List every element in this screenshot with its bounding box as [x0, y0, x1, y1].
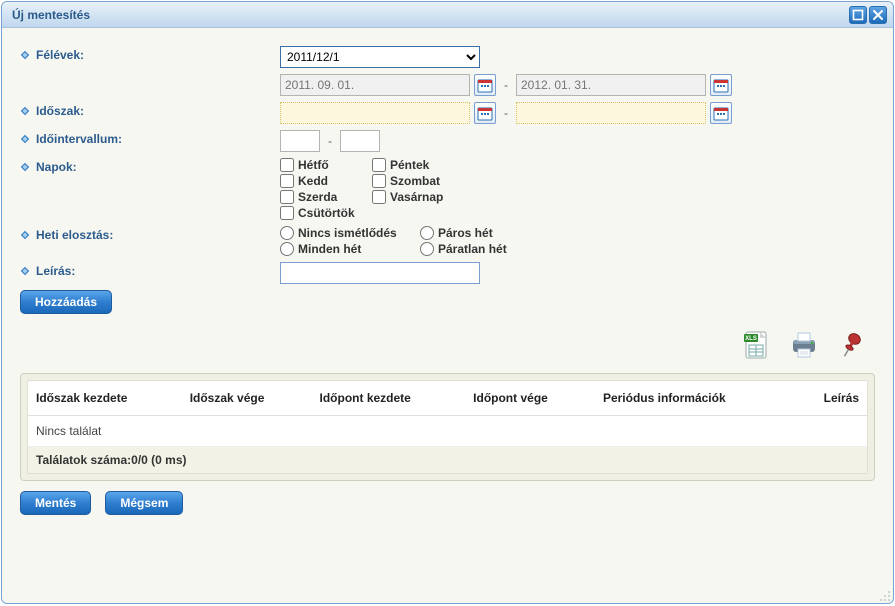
- dialog-window: Új mentesítés Félévek: 2011/12/1: [1, 1, 894, 604]
- titlebar: Új mentesítés: [2, 2, 893, 28]
- day-sun-label: Vasárnap: [390, 190, 443, 204]
- day-thu-label: Csütörtök: [298, 206, 355, 220]
- label-days: Napok:: [20, 158, 280, 174]
- weekly-odd-radio[interactable]: [420, 242, 434, 256]
- print-icon[interactable]: [789, 330, 819, 363]
- results-footer: Találatok száma:0/0 (0 ms): [28, 447, 867, 473]
- save-button[interactable]: Mentés: [20, 491, 91, 515]
- weekly-radio-group: Nincs ismétlődés Páros hét Minden hét Pá…: [280, 226, 560, 256]
- cancel-button[interactable]: Mégsem: [105, 491, 183, 515]
- resize-grip-icon[interactable]: [877, 588, 891, 602]
- semester-to-date: [516, 74, 706, 96]
- col-period-end[interactable]: Időszak vége: [182, 381, 312, 416]
- window-title: Új mentesítés: [12, 8, 849, 22]
- day-fri-checkbox[interactable]: [372, 158, 386, 172]
- bullet-icon: [20, 106, 30, 116]
- day-sun-checkbox[interactable]: [372, 190, 386, 204]
- window-controls: [849, 6, 887, 24]
- weekly-even-radio[interactable]: [420, 226, 434, 240]
- col-time-start[interactable]: Időpont kezdete: [312, 381, 466, 416]
- label-weekly: Heti elosztás:: [20, 226, 280, 242]
- bullet-icon: [20, 162, 30, 172]
- label-interval: Időintervallum:: [20, 130, 280, 146]
- table-row: Nincs találat: [28, 416, 867, 447]
- day-wed-checkbox[interactable]: [280, 190, 294, 204]
- bullet-icon: [20, 134, 30, 144]
- interval-to-input[interactable]: [340, 130, 380, 152]
- toolbar-icons: XLS: [20, 330, 875, 363]
- export-xls-icon[interactable]: XLS: [743, 330, 771, 363]
- period-from-date[interactable]: [280, 102, 470, 124]
- interval-from-input[interactable]: [280, 130, 320, 152]
- close-button[interactable]: [869, 6, 887, 24]
- bullet-icon: [20, 50, 30, 60]
- description-input[interactable]: [280, 262, 480, 284]
- label-semesters: Félévek:: [20, 46, 280, 62]
- separator: -: [328, 134, 332, 148]
- semester-select[interactable]: 2011/12/1: [280, 46, 480, 68]
- weekly-every-radio[interactable]: [280, 242, 294, 256]
- days-checkbox-group: Hétfő Péntek Kedd Szombat Szerda Vasárna…: [280, 158, 472, 220]
- bullet-icon: [20, 266, 30, 276]
- col-description[interactable]: Leírás: [793, 381, 867, 416]
- separator: -: [504, 106, 508, 120]
- add-button[interactable]: Hozzáadás: [20, 290, 112, 314]
- day-fri-label: Péntek: [390, 158, 429, 172]
- maximize-button[interactable]: [849, 6, 867, 24]
- results-table: Időszak kezdete Időszak vége Időpont kez…: [28, 381, 867, 447]
- bullet-icon: [20, 230, 30, 240]
- dialog-content: Félévek: 2011/12/1 -: [2, 28, 893, 603]
- day-sat-label: Szombat: [390, 174, 440, 188]
- col-period-info[interactable]: Periódus információk: [595, 381, 794, 416]
- day-tue-checkbox[interactable]: [280, 174, 294, 188]
- results-panel: Időszak kezdete Időszak vége Időpont kez…: [20, 373, 875, 481]
- calendar-icon[interactable]: [474, 74, 496, 96]
- day-sat-checkbox[interactable]: [372, 174, 386, 188]
- weekly-none-label: Nincs ismétlődés: [298, 226, 397, 240]
- dialog-buttons: Mentés Mégsem: [20, 491, 875, 515]
- day-mon-label: Hétfő: [298, 158, 329, 172]
- period-to-date[interactable]: [516, 102, 706, 124]
- calendar-icon[interactable]: [710, 102, 732, 124]
- day-tue-label: Kedd: [298, 174, 328, 188]
- label-period: Időszak:: [20, 102, 280, 118]
- day-mon-checkbox[interactable]: [280, 158, 294, 172]
- label-description: Leírás:: [20, 262, 280, 278]
- svg-text:XLS: XLS: [745, 336, 757, 342]
- pin-icon[interactable]: [837, 330, 865, 363]
- calendar-icon[interactable]: [474, 102, 496, 124]
- calendar-icon[interactable]: [710, 74, 732, 96]
- weekly-odd-label: Páratlan hét: [438, 242, 507, 256]
- col-period-start[interactable]: Időszak kezdete: [28, 381, 182, 416]
- day-thu-checkbox[interactable]: [280, 206, 294, 220]
- empty-message: Nincs találat: [28, 416, 867, 447]
- weekly-every-label: Minden hét: [298, 242, 361, 256]
- day-wed-label: Szerda: [298, 190, 337, 204]
- col-time-end[interactable]: Időpont vége: [465, 381, 595, 416]
- weekly-none-radio[interactable]: [280, 226, 294, 240]
- weekly-even-label: Páros hét: [438, 226, 493, 240]
- semester-from-date: [280, 74, 470, 96]
- separator: -: [504, 78, 508, 92]
